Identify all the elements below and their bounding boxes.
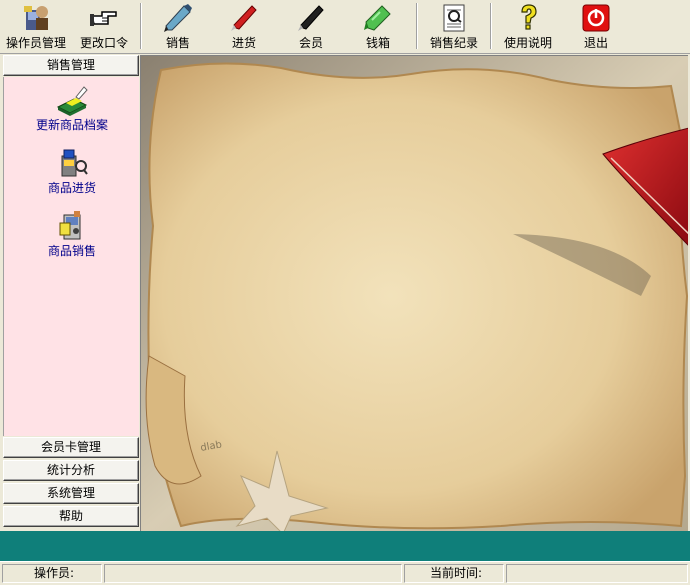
sales-record-label: 销售纪录 bbox=[429, 36, 478, 50]
user-guide-button[interactable]: 使用说明 bbox=[502, 2, 554, 52]
product-sales-item[interactable]: 商品销售 bbox=[4, 209, 140, 258]
operator-value bbox=[104, 564, 402, 583]
update-product-file-label: 更新商品档案 bbox=[35, 118, 108, 132]
cash-box-button[interactable]: 钱箱 bbox=[358, 2, 398, 52]
sales-register-icon bbox=[59, 211, 81, 240]
red-pen-icon bbox=[231, 5, 257, 31]
goods-receipt-item[interactable]: 商品进货 bbox=[4, 146, 140, 195]
system-management-group[interactable]: 系统管理 bbox=[3, 483, 139, 504]
statistics-group[interactable]: 统计分析 bbox=[3, 460, 139, 481]
document-magnifier-icon bbox=[443, 4, 465, 32]
purchase-label: 进货 bbox=[231, 36, 256, 50]
toolbar: 操作员管理 更改口令 销售 进货 会员 钱箱 销售纪录 使用说明 退出 bbox=[0, 0, 690, 54]
sales-button[interactable]: 销售 bbox=[158, 2, 198, 52]
current-time-value bbox=[506, 564, 688, 583]
goods-receipt-icon bbox=[61, 149, 88, 177]
main-background-area: dlab bbox=[140, 55, 688, 533]
change-password-button[interactable]: 更改口令 bbox=[76, 2, 132, 52]
product-file-icon bbox=[56, 86, 88, 116]
member-label: 会员 bbox=[298, 36, 323, 50]
green-highlighter-icon bbox=[364, 5, 391, 31]
sidebar: 销售管理 更新商品档案 商品进货 商品销售 会员卡管理 统计分析 系统管理 帮助 bbox=[2, 55, 139, 531]
goods-receipt-label: 商品进货 bbox=[47, 181, 96, 195]
current-time-label: 当前时间: bbox=[404, 564, 504, 583]
update-product-file-item[interactable]: 更新商品档案 bbox=[4, 83, 140, 132]
power-icon bbox=[582, 4, 610, 32]
operator-management-button[interactable]: 操作员管理 bbox=[4, 2, 68, 52]
exit-button[interactable]: 退出 bbox=[578, 2, 614, 52]
exit-label: 退出 bbox=[583, 36, 608, 50]
teal-bottom-bar bbox=[0, 531, 690, 561]
sales-management-group[interactable]: 销售管理 bbox=[3, 55, 139, 76]
sales-management-panel: 更新商品档案 商品进货 商品销售 bbox=[3, 77, 139, 436]
black-pen-icon bbox=[298, 5, 324, 31]
help-group[interactable]: 帮助 bbox=[3, 506, 139, 527]
membership-card-group[interactable]: 会员卡管理 bbox=[3, 437, 139, 458]
pointing-hand-icon bbox=[90, 11, 117, 26]
statusbar: 操作员: 当前时间: bbox=[0, 561, 690, 585]
blue-pen-icon bbox=[164, 4, 192, 32]
product-sales-label: 商品销售 bbox=[47, 244, 96, 258]
operator-management-label: 操作员管理 bbox=[5, 36, 66, 50]
sales-label: 销售 bbox=[165, 36, 190, 50]
operator-icon bbox=[24, 6, 48, 30]
toolbar-separator bbox=[490, 3, 492, 49]
parchment-background-image: dlab bbox=[141, 56, 688, 533]
cash-box-label: 钱箱 bbox=[365, 36, 390, 50]
toolbar-separator bbox=[140, 3, 142, 49]
change-password-label: 更改口令 bbox=[79, 36, 128, 50]
purchase-button[interactable]: 进货 bbox=[224, 2, 264, 52]
sales-record-button[interactable]: 销售纪录 bbox=[428, 2, 480, 52]
operator-label: 操作员: bbox=[2, 564, 102, 583]
toolbar-separator bbox=[416, 3, 418, 49]
question-mark-icon bbox=[521, 4, 537, 30]
member-button[interactable]: 会员 bbox=[291, 2, 331, 52]
user-guide-label: 使用说明 bbox=[503, 36, 552, 50]
